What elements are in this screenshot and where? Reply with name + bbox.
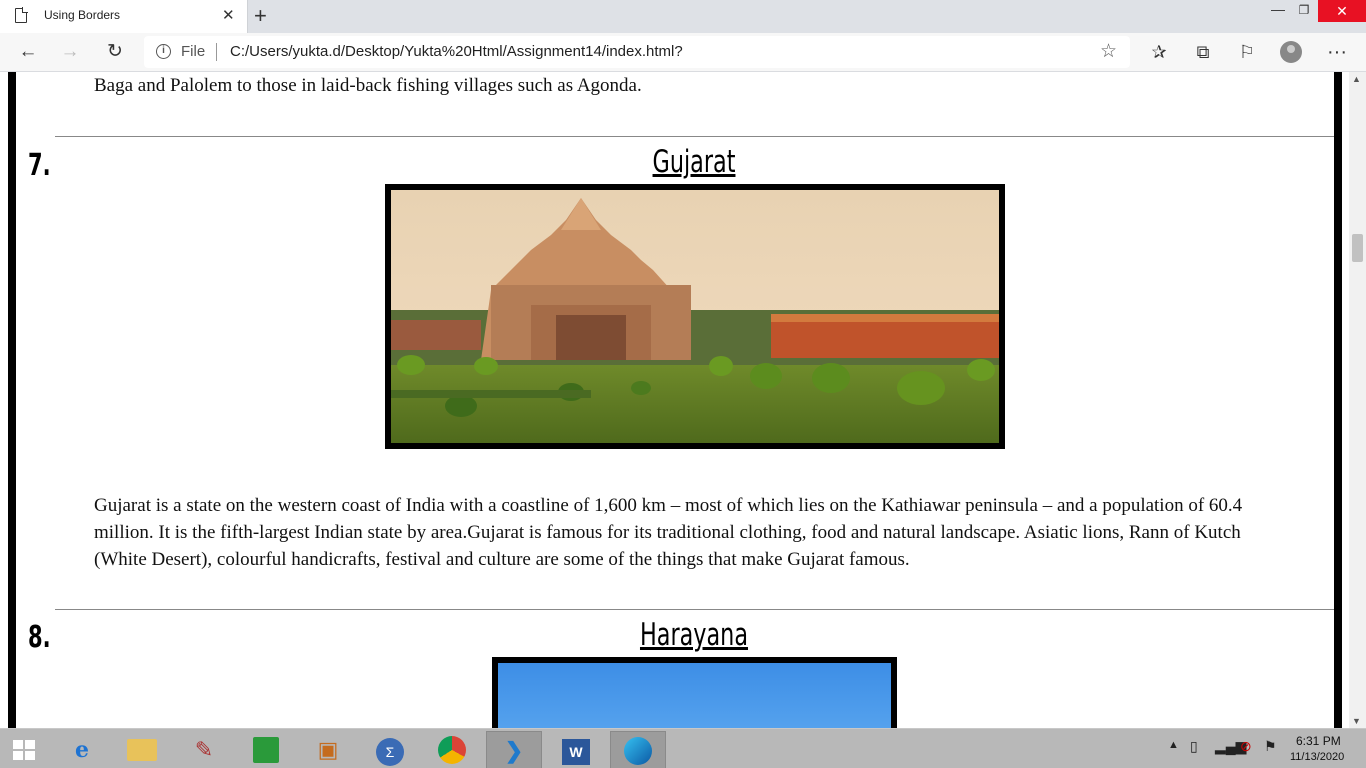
section-number: 7. — [28, 148, 51, 183]
word-icon[interactable]: W — [548, 731, 604, 768]
back-button[interactable]: ← — [14, 39, 42, 65]
haryana-sky-photo — [498, 663, 891, 728]
reload-button[interactable]: ↻ — [101, 39, 129, 65]
start-button[interactable] — [0, 731, 48, 768]
haryana-image — [492, 657, 897, 728]
internet-explorer-icon[interactable]: e — [54, 731, 110, 768]
info-icon[interactable]: i — [156, 44, 171, 59]
show-hidden-icons-icon[interactable]: ▲ — [1168, 739, 1179, 751]
section-title-gujarat: Gujarat — [652, 144, 736, 180]
new-tab-button[interactable]: + — [254, 3, 267, 29]
divider — [216, 43, 217, 61]
previous-section-text: Baga and Palolem to those in laid-back f… — [94, 75, 642, 96]
file-label: File — [181, 43, 206, 60]
volume-muted-icon[interactable]: ⊘ — [1240, 738, 1252, 755]
taskbar: e ✎ ▣ Σ ❯ W ▲ ▯ ▂▄▆ ⊘ ⚑ 6:31 PM 11/13/20… — [0, 728, 1366, 768]
page-border-right — [1334, 72, 1342, 728]
collections-icon[interactable]: ⧉ — [1189, 39, 1217, 65]
math-input-icon[interactable]: Σ — [362, 731, 418, 768]
address-bar[interactable]: i File C:/Users/yukta.d/Desktop/Yukta%20… — [144, 36, 1130, 68]
forward-button[interactable]: → — [56, 39, 84, 65]
clock-time[interactable]: 6:31 PM — [1296, 734, 1341, 748]
section-title-harayana: Harayana — [639, 617, 749, 653]
page-border-left — [8, 72, 16, 728]
gujarat-image — [385, 184, 1005, 449]
gujarat-description: Gujarat is a state on the western coast … — [94, 495, 1243, 570]
gujarat-temple-photo — [391, 190, 999, 443]
page-icon — [15, 7, 28, 23]
media-icon[interactable]: ✎ — [176, 731, 232, 768]
vertical-scrollbar[interactable]: ▲ ▼ — [1349, 72, 1366, 728]
tab-bar: Using Borders ✕ + — ❐ ✕ — [0, 0, 1366, 33]
action-center-flag-icon[interactable]: ⚑ — [1264, 738, 1277, 755]
profile-avatar-icon[interactable] — [1280, 41, 1302, 63]
device-icon[interactable]: ▯ — [1190, 738, 1198, 755]
restore-button[interactable]: ❐ — [1296, 3, 1312, 19]
chrome-icon[interactable] — [424, 731, 480, 768]
tab-using-borders[interactable]: Using Borders ✕ — [0, 0, 248, 33]
favorite-star-icon[interactable]: ☆ — [1100, 40, 1117, 63]
vscode-icon[interactable]: ❯ — [486, 731, 542, 768]
minimize-button[interactable]: — — [1270, 1, 1286, 21]
section-divider — [55, 609, 1334, 610]
scroll-up-arrow-icon[interactable]: ▲ — [1352, 74, 1361, 84]
clock-date[interactable]: 11/13/2020 — [1290, 751, 1344, 763]
store-icon[interactable] — [238, 731, 294, 768]
scroll-thumb[interactable] — [1352, 234, 1363, 262]
navigation-bar: ← → ↻ i File C:/Users/yukta.d/Desktop/Yu… — [0, 33, 1366, 72]
section-divider — [55, 136, 1334, 137]
window-close-button[interactable]: ✕ — [1318, 0, 1366, 22]
page-viewport: Baga and Palolem to those in laid-back f… — [0, 72, 1366, 728]
feedback-icon[interactable]: ⚐ — [1233, 39, 1261, 65]
paint-icon[interactable]: ▣ — [300, 731, 356, 768]
favorites-list-icon[interactable]: ✰ — [1145, 39, 1173, 65]
file-explorer-icon[interactable] — [114, 731, 170, 768]
section-number: 8. — [28, 620, 51, 655]
scroll-down-arrow-icon[interactable]: ▼ — [1352, 716, 1361, 726]
tab-close-button[interactable]: ✕ — [222, 6, 235, 24]
url-text[interactable]: C:/Users/yukta.d/Desktop/Yukta%20Html/As… — [230, 43, 683, 60]
settings-menu-icon[interactable]: ··· — [1323, 39, 1351, 65]
edge-icon[interactable] — [610, 731, 666, 768]
tab-title: Using Borders — [44, 8, 121, 22]
windows-logo-icon — [13, 740, 35, 760]
